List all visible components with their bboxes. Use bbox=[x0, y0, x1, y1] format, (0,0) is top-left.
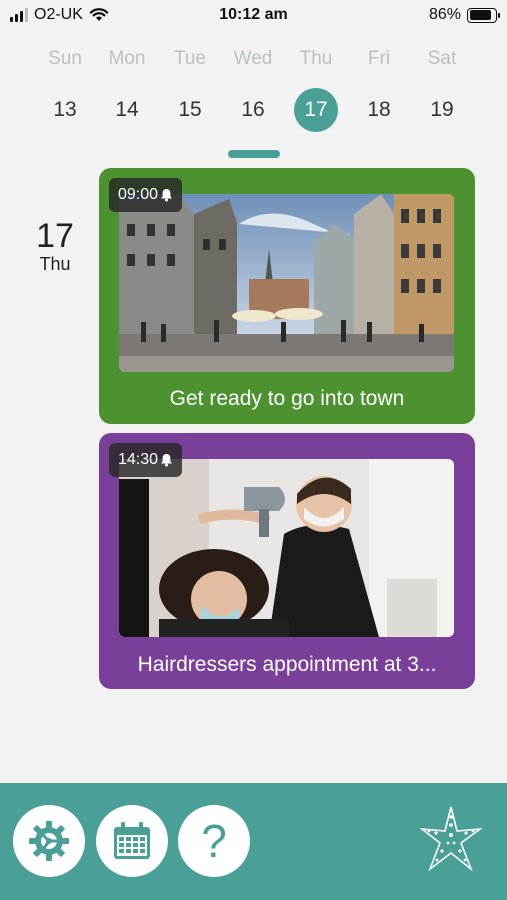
hairdresser-photo bbox=[119, 459, 454, 637]
help-icon: ? bbox=[201, 815, 227, 867]
day-tue[interactable]: Tue 15 bbox=[160, 48, 220, 132]
event-card[interactable]: 09:00 Get ready to go into town bbox=[99, 168, 475, 424]
day-mon[interactable]: Mon 14 bbox=[97, 48, 157, 132]
day-name: Tue bbox=[173, 48, 207, 69]
bell-icon bbox=[161, 189, 173, 202]
day-wed[interactable]: Wed 16 bbox=[223, 48, 283, 132]
day-fri[interactable]: Fri 18 bbox=[349, 48, 409, 132]
status-bar: O2-UK 10:12 am 86% bbox=[0, 0, 507, 30]
battery-fill bbox=[469, 10, 491, 20]
settings-icon bbox=[29, 821, 69, 861]
event-time-badge: 14:30 bbox=[109, 443, 183, 477]
pull-handle[interactable] bbox=[228, 150, 280, 158]
selected-day-number[interactable]: 17 bbox=[294, 88, 338, 132]
day-sun[interactable]: Sun 13 bbox=[35, 48, 95, 132]
event-title: Get ready to go into town bbox=[169, 387, 405, 410]
event-time: 09:00 bbox=[118, 186, 159, 203]
day-name: Thu bbox=[299, 48, 333, 69]
day-name: Sat bbox=[427, 48, 457, 69]
status-right: 86% bbox=[428, 6, 500, 24]
day-number[interactable]: 13 bbox=[43, 88, 87, 132]
day-number[interactable]: 16 bbox=[231, 88, 275, 132]
day-thu[interactable]: Thu 17 bbox=[286, 48, 346, 132]
battery-percent: 86% bbox=[428, 6, 461, 23]
calendar-icon bbox=[114, 822, 150, 859]
calendar-button[interactable] bbox=[96, 805, 168, 877]
day-name: Fri bbox=[367, 48, 391, 69]
starfish-logo bbox=[419, 806, 483, 872]
bottom-bar: ? bbox=[0, 783, 507, 900]
bell-icon bbox=[161, 454, 173, 467]
day-number[interactable]: 19 bbox=[420, 88, 464, 132]
help-button[interactable]: ? bbox=[178, 805, 250, 877]
battery-icon bbox=[467, 7, 500, 23]
day-name: Mon bbox=[108, 48, 146, 69]
selected-weekday: Thu bbox=[39, 254, 71, 274]
town-square-photo bbox=[119, 194, 454, 372]
selected-date: 17 Thu bbox=[24, 218, 86, 275]
day-number[interactable]: 15 bbox=[168, 88, 212, 132]
day-name: Wed bbox=[233, 48, 273, 69]
event-time: 14:30 bbox=[118, 451, 159, 468]
day-sat[interactable]: Sat 19 bbox=[412, 48, 472, 132]
day-number[interactable]: 14 bbox=[105, 88, 149, 132]
event-card[interactable]: 14:30 Hairdressers appointment at 3... bbox=[99, 433, 475, 689]
selected-day-number: 17 bbox=[36, 217, 74, 255]
event-title: Hairdressers appointment at 3... bbox=[137, 653, 437, 676]
settings-button[interactable] bbox=[13, 805, 85, 877]
day-name: Sun bbox=[48, 48, 82, 69]
event-time-badge: 09:00 bbox=[109, 178, 183, 212]
day-number[interactable]: 18 bbox=[357, 88, 401, 132]
